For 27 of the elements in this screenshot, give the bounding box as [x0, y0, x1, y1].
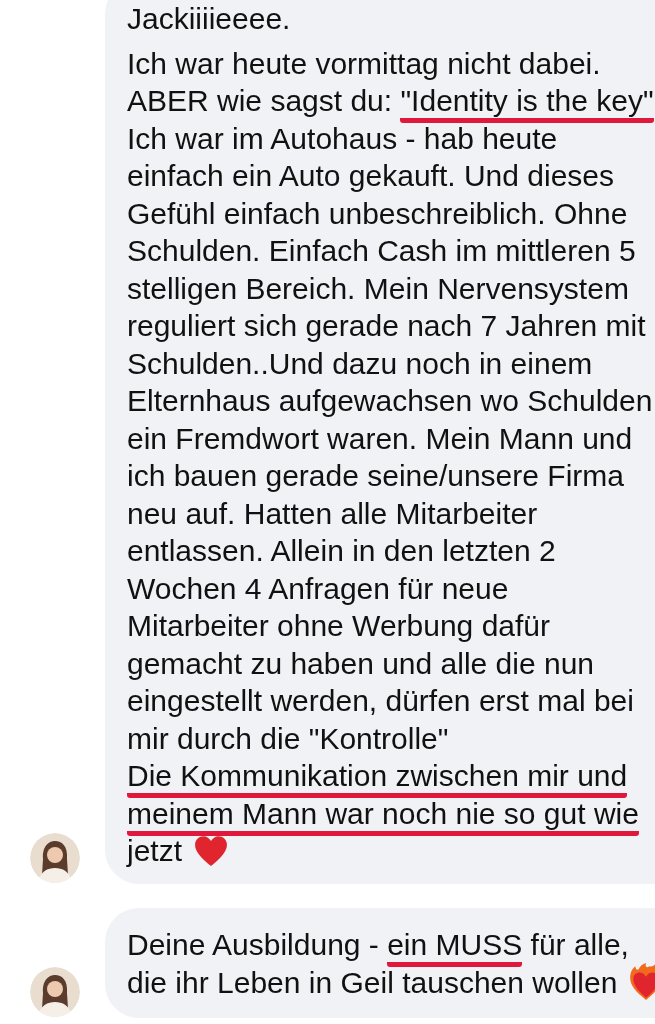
- message-line: eingestellt werden, dürfen erst mal bei: [127, 683, 634, 719]
- message-line: Jackiiiieeee.: [127, 1, 291, 37]
- flaming-heart-icon: [629, 963, 655, 1001]
- message-line: die ihr Leben in Geil tauschen wollen: [127, 963, 655, 1002]
- message-line: mir durch die "Kontrolle": [127, 720, 449, 757]
- message-line: einfach ein Auto gekauft. Und dieses: [127, 158, 614, 194]
- message-line: Gefühl einfach unbeschreiblich. Ohne: [127, 195, 628, 232]
- message-line: Elternhaus aufgewachsen wo Schulden: [127, 383, 653, 419]
- message-line: Mitarbeiter ohne Werbung dafür: [127, 608, 551, 644]
- message-line: jetzt: [127, 832, 229, 870]
- message-line: reguliert sich gerade nach 7 Jahren mit: [127, 308, 646, 344]
- heart-icon: [194, 835, 229, 867]
- message-line: ein Fremdwort waren. Mein Mann und: [127, 420, 633, 457]
- message-line: Die Kommunikation zwischen mir und: [127, 757, 628, 795]
- message-line: Wochen 4 Anfragen für neue: [127, 570, 509, 607]
- message-line: gemacht zu haben und alle die nun: [127, 645, 595, 682]
- message-line: Schulden..Und dazu noch in einem: [127, 345, 593, 382]
- message-line: Ich war im Autohaus - hab heute: [127, 120, 558, 157]
- message-line: ich bauen gerade seine/unsere Firma: [127, 458, 624, 494]
- message-line: stelligen Bereich. Mein Nervensystem: [127, 270, 629, 307]
- message-line: Schulden. Einfach Cash im mittleren 5: [127, 233, 636, 269]
- message-line: neu auf. Hatten alle Mitarbeiter: [127, 495, 538, 532]
- avatar[interactable]: [30, 966, 80, 1017]
- avatar[interactable]: [30, 832, 80, 883]
- message-line: ABER wie sagst du: "Identity is the key": [127, 82, 654, 120]
- message-line: entlassen. Allein in den letzten 2: [127, 533, 556, 569]
- message-line: Ich war heute vormittag nicht dabei.: [127, 45, 601, 82]
